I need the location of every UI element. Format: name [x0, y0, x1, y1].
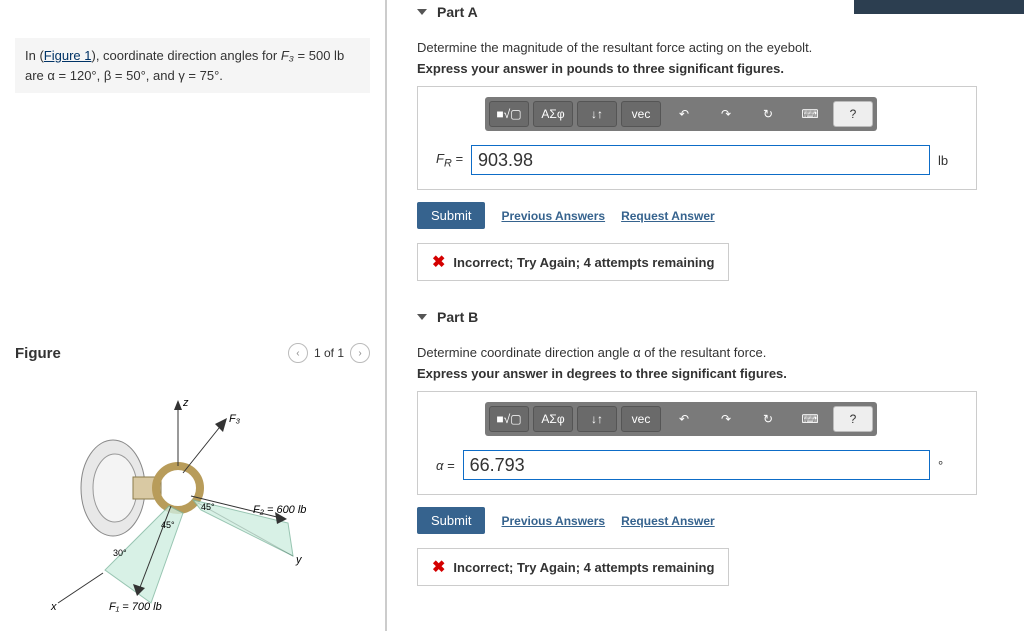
axis-x-label: x	[50, 601, 57, 613]
reset-button[interactable]: ↻	[749, 407, 787, 431]
figure-link[interactable]: Figure 1	[44, 48, 92, 63]
part-a-var-label: FR =	[436, 151, 463, 170]
figure-pager: ‹ 1 of 1 ›	[288, 343, 370, 363]
part-b-block: Part B Determine coordinate direction an…	[417, 309, 1004, 586]
part-a-answer-input[interactable]	[471, 145, 930, 175]
f2-label: F₂ = 600 lb	[253, 504, 306, 516]
part-b-title: Part B	[437, 309, 478, 325]
f3-val: = 500 lb	[294, 48, 344, 63]
greek-button[interactable]: ΑΣφ	[533, 406, 573, 432]
part-a-unit: lb	[938, 153, 964, 168]
part-b-answer-input[interactable]	[463, 450, 930, 480]
part-b-prompt2: Express your answer in degrees to three …	[417, 366, 1004, 381]
redo-button[interactable]: ↷	[707, 102, 745, 126]
part-b-var-label: α =	[436, 458, 455, 473]
ang30: 30°	[113, 548, 127, 558]
figure-title: Figure	[15, 345, 61, 362]
part-a-previous-answers-link[interactable]: Previous Answers	[501, 209, 605, 223]
problem-statement: In (Figure 1), coordinate direction angl…	[15, 38, 370, 93]
caret-down-icon	[417, 314, 427, 320]
help-button[interactable]: ?	[833, 101, 873, 127]
part-b-request-answer-link[interactable]: Request Answer	[621, 514, 715, 528]
template-button[interactable]: ■√▢	[489, 101, 529, 127]
part-b-prompt1: Determine coordinate direction angle α o…	[417, 345, 1004, 360]
part-a-answer-box: ■√▢ ΑΣφ ↓↑ vec ↶ ↷ ↻ ⌨ ? FR = lb	[417, 86, 977, 190]
part-b-feedback: ✖ Incorrect; Try Again; 4 attempts remai…	[417, 548, 729, 586]
eyebolt-figure-svg: x y z F₂ = 600 lb 45° F₁ = 700 lb 3	[43, 378, 343, 618]
f3-label: F₃	[281, 48, 294, 63]
keyboard-button[interactable]: ⌨	[791, 407, 829, 431]
part-b-toolbar: ■√▢ ΑΣφ ↓↑ vec ↶ ↷ ↻ ⌨ ?	[485, 402, 877, 436]
part-b-feedback-text: Incorrect; Try Again; 4 attempts remaini…	[453, 560, 714, 575]
ang45-2: 45°	[201, 502, 215, 512]
axis-z-label: z	[182, 397, 189, 409]
figure-diagram: x y z F₂ = 600 lb 45° F₁ = 700 lb 3	[43, 378, 343, 621]
caret-down-icon	[417, 9, 427, 15]
keyboard-button[interactable]: ⌨	[791, 102, 829, 126]
part-b-answer-box: ■√▢ ΑΣφ ↓↑ vec ↶ ↷ ↻ ⌨ ? α = °	[417, 391, 977, 495]
part-a-block: Part A Determine the magnitude of the re…	[417, 4, 1004, 281]
part-b-unit: °	[938, 458, 964, 473]
redo-button[interactable]: ↷	[707, 407, 745, 431]
part-b-submit-button[interactable]: Submit	[417, 507, 485, 534]
vec-button[interactable]: vec	[621, 406, 661, 432]
ang45-1: 45°	[161, 520, 175, 530]
part-a-feedback: ✖ Incorrect; Try Again; 4 attempts remai…	[417, 243, 729, 281]
pager-prev-button[interactable]: ‹	[288, 343, 308, 363]
incorrect-icon: ✖	[432, 557, 445, 577]
part-a-toolbar: ■√▢ ΑΣφ ↓↑ vec ↶ ↷ ↻ ⌨ ?	[485, 97, 877, 131]
template-button[interactable]: ■√▢	[489, 406, 529, 432]
f3-label-fig: F₃	[229, 413, 241, 425]
updown-button[interactable]: ↓↑	[577, 101, 617, 127]
axis-y-label: y	[295, 554, 303, 566]
part-a-request-answer-link[interactable]: Request Answer	[621, 209, 715, 223]
part-a-feedback-text: Incorrect; Try Again; 4 attempts remaini…	[453, 255, 714, 270]
part-b-previous-answers-link[interactable]: Previous Answers	[501, 514, 605, 528]
angles-line: are α = 120°, β = 50°, and γ = 75°.	[25, 68, 223, 83]
f1-label: F₁ = 700 lb	[109, 601, 162, 613]
vec-button[interactable]: vec	[621, 101, 661, 127]
intro-prefix: In (	[25, 48, 44, 63]
intro-suffix: ), coordinate direction angles for	[92, 48, 281, 63]
updown-button[interactable]: ↓↑	[577, 406, 617, 432]
part-a-prompt1: Determine the magnitude of the resultant…	[417, 40, 1004, 55]
greek-button[interactable]: ΑΣφ	[533, 101, 573, 127]
pager-label: 1 of 1	[314, 346, 344, 360]
part-a-prompt2: Express your answer in pounds to three s…	[417, 61, 1004, 76]
undo-button[interactable]: ↶	[665, 102, 703, 126]
pager-next-button[interactable]: ›	[350, 343, 370, 363]
incorrect-icon: ✖	[432, 252, 445, 272]
part-a-submit-button[interactable]: Submit	[417, 202, 485, 229]
help-button[interactable]: ?	[833, 406, 873, 432]
undo-button[interactable]: ↶	[665, 407, 703, 431]
part-b-header[interactable]: Part B	[417, 309, 1004, 325]
part-a-title: Part A	[437, 4, 478, 20]
reset-button[interactable]: ↻	[749, 102, 787, 126]
header-decoration	[854, 0, 1024, 14]
